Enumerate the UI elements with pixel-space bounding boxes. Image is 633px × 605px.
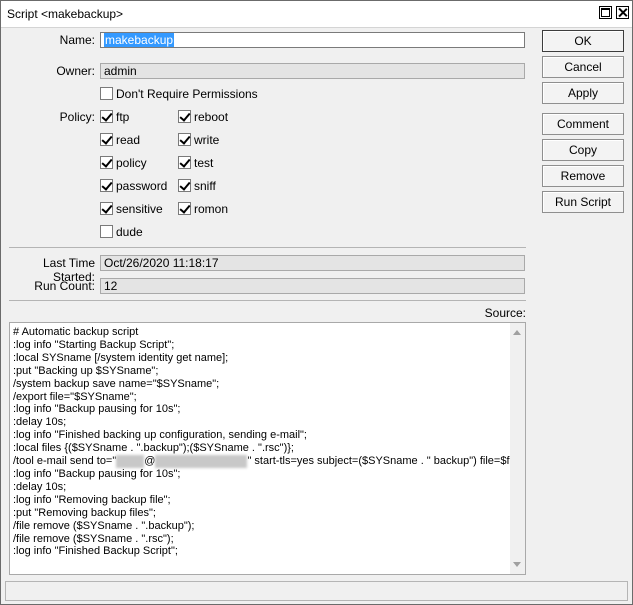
- source-line: :local SYSname [/system identity get nam…: [13, 351, 229, 364]
- email-suffix: " start-tls=yes subject=($SYSname . " ba…: [247, 455, 511, 468]
- name-value: makebackup: [104, 33, 175, 47]
- copy-button[interactable]: Copy: [542, 139, 624, 161]
- policy-reboot-checkbox[interactable]: [178, 110, 191, 123]
- policy-policy-label: policy: [116, 156, 147, 170]
- policy-password-checkbox[interactable]: [100, 179, 113, 192]
- policy-write-label: write: [194, 133, 220, 147]
- policy-sensitive-label: sensitive: [116, 202, 163, 216]
- source-line: :log info "Finished Backup Script";: [13, 545, 178, 558]
- dont-require-permissions-label: Don't Require Permissions: [116, 87, 258, 101]
- source-line: /file remove ($SYSname . ".rsc");: [13, 532, 174, 545]
- policy-romon-label: romon: [194, 202, 229, 216]
- run-script-button[interactable]: Run Script: [542, 191, 624, 213]
- policy-ftp-checkbox[interactable]: [100, 110, 113, 123]
- separator: [9, 300, 526, 301]
- source-line: /file remove ($SYSname . ".backup");: [13, 519, 195, 532]
- source-line: :log info "Removing backup file";: [13, 493, 171, 506]
- policy-dude-checkbox[interactable]: [100, 225, 113, 238]
- dont-require-permissions-checkbox[interactable]: [100, 87, 113, 100]
- policy-dude-label: dude: [116, 225, 143, 239]
- close-icon[interactable]: [616, 6, 629, 19]
- last-time-started-field[interactable]: Oct/26/2020 11:18:17: [100, 255, 525, 271]
- remove-button[interactable]: Remove: [542, 165, 624, 187]
- ok-button[interactable]: OK: [542, 30, 624, 52]
- source-line: /export file="$SYSname";: [13, 390, 137, 403]
- policy-ftp-label: ftp: [116, 110, 130, 124]
- source-line: # Automatic backup script: [13, 326, 139, 338]
- source-line: :log info "Finished backing up configura…: [13, 429, 307, 442]
- policy-policy-checkbox[interactable]: [100, 156, 113, 169]
- maximize-icon[interactable]: [599, 6, 612, 19]
- source-line: :delay 10s;: [13, 480, 67, 493]
- source-code[interactable]: # Automatic backup script:log info "Star…: [13, 326, 511, 558]
- policy-reboot-label: reboot: [194, 110, 229, 124]
- source-line: /system backup save name="$SYSname";: [13, 377, 220, 390]
- source-line: :put "Removing backup files";: [13, 506, 156, 519]
- script-window: Script <makebackup> Name: makebackup Own…: [0, 0, 633, 605]
- redacted-text: x: [155, 455, 248, 468]
- cancel-button[interactable]: Cancel: [542, 56, 624, 78]
- policy-write-checkbox[interactable]: [178, 133, 191, 146]
- source-line: :local files {($SYSname . ".backup");($S…: [13, 442, 294, 455]
- policy-read-checkbox[interactable]: [100, 133, 113, 146]
- policy-romon-checkbox[interactable]: [178, 202, 191, 215]
- policy-password-label: password: [116, 179, 168, 193]
- source-line: /tool e-mail send to="x@x" start-tls=yes…: [13, 455, 511, 468]
- policy-test-label: test: [194, 156, 214, 170]
- title-bar[interactable]: Script <makebackup>: [1, 1, 632, 28]
- run-count-label: Run Count:: [34, 279, 95, 293]
- source-line: :log info "Starting Backup Script";: [13, 338, 175, 351]
- policy-read-label: read: [116, 133, 141, 147]
- at-sign: @: [144, 455, 156, 468]
- source-editor[interactable]: # Automatic backup script:log info "Star…: [9, 322, 526, 575]
- policy-sniff-checkbox[interactable]: [178, 179, 191, 192]
- source-line: :log info "Backup pausing for 10s";: [13, 403, 181, 416]
- source-line: :log info "Backup pausing for 10s";: [13, 467, 181, 480]
- scroll-down-icon[interactable]: [513, 562, 521, 567]
- owner-field[interactable]: admin: [100, 63, 525, 79]
- policy-test-checkbox[interactable]: [178, 156, 191, 169]
- run-count-field[interactable]: 12: [100, 278, 525, 294]
- status-bar: [5, 581, 628, 601]
- window-title: Script <makebackup>: [7, 7, 124, 21]
- apply-button[interactable]: Apply: [542, 82, 624, 104]
- vertical-scrollbar[interactable]: [510, 323, 525, 574]
- policy-sensitive-checkbox[interactable]: [100, 202, 113, 215]
- separator: [9, 247, 526, 248]
- scroll-up-icon[interactable]: [513, 330, 521, 335]
- policy-label: Policy:: [59, 110, 95, 124]
- source-line: :put "Backing up $SYSname";: [13, 364, 159, 377]
- source-line: :delay 10s;: [13, 416, 67, 429]
- comment-button[interactable]: Comment: [542, 113, 624, 135]
- policy-sniff-label: sniff: [194, 179, 216, 193]
- name-field[interactable]: makebackup: [100, 32, 525, 48]
- owner-label: Owner:: [56, 64, 95, 78]
- source-label: Source:: [484, 306, 526, 320]
- redacted-text: x: [116, 455, 145, 468]
- name-label: Name:: [59, 33, 95, 47]
